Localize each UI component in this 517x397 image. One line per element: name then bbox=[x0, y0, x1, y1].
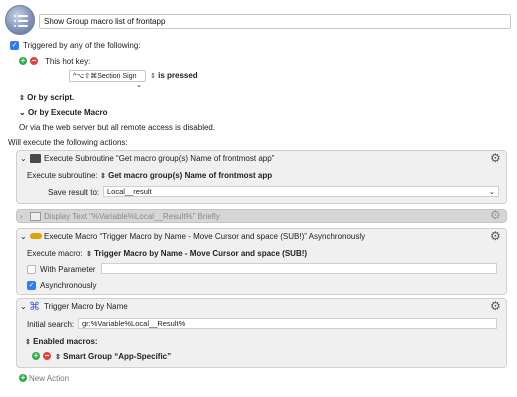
initial-search-label: Initial search: bbox=[27, 320, 75, 329]
updown-icon: ⇕ bbox=[100, 173, 106, 180]
chevron-down-icon[interactable]: ⌄ bbox=[20, 154, 27, 163]
chevron-down-icon[interactable]: ⌄ bbox=[20, 302, 27, 311]
subroutine-label: Execute subroutine: bbox=[27, 171, 98, 180]
smart-group-popup[interactable]: ⇕ Smart Group “App-Specific” bbox=[55, 352, 171, 361]
hotkey-label: This hot key: bbox=[45, 57, 91, 66]
action-title: Display Text “%Variable%Local__Result%” … bbox=[44, 212, 220, 221]
save-result-field[interactable]: Local__result ⌄ bbox=[103, 186, 499, 197]
actions-header: Will execute the following actions: bbox=[8, 138, 128, 147]
execute-macro-popup[interactable]: ⇕ Trigger Macro by Name - Move Cursor an… bbox=[86, 249, 307, 258]
action-display-text[interactable]: › Display Text “%Variable%Local__Result%… bbox=[16, 208, 507, 223]
add-group-button[interactable]: + bbox=[32, 352, 40, 360]
command-key-icon: ⌘ bbox=[29, 301, 40, 313]
subroutine-popup[interactable]: ⇕ Get macro group(s) Name of frontmost a… bbox=[100, 171, 272, 180]
enabled-macros-label: Enabled macros: bbox=[33, 337, 98, 346]
hotkey-popup[interactable]: ^⌥⇧⌘Section Sign ⌄ bbox=[69, 70, 146, 89]
display-text-icon bbox=[30, 212, 41, 221]
macro-name-field[interactable]: Show Group macro list of frontapp bbox=[39, 14, 511, 29]
subroutine-value: Get macro group(s) Name of frontmost app bbox=[108, 171, 273, 180]
action-title: Trigger Macro by Name bbox=[44, 302, 128, 311]
execute-macro-icon bbox=[30, 233, 42, 239]
remove-trigger-button[interactable]: − bbox=[30, 57, 38, 65]
or-by-script-popup[interactable]: ⇕ Or by script. bbox=[19, 93, 74, 102]
gear-icon[interactable]: ⚙ bbox=[490, 299, 501, 313]
save-result-label: Save result to: bbox=[48, 188, 100, 197]
gear-icon[interactable]: ⚙ bbox=[490, 151, 501, 165]
updown-icon: ⇕ bbox=[55, 354, 61, 361]
save-result-value: Local__result bbox=[107, 187, 152, 196]
gear-icon[interactable]: ⚙ bbox=[490, 229, 501, 243]
action-title: Execute Subroutine “Get macro group(s) N… bbox=[44, 154, 275, 163]
initial-search-value: gr:%Variable%Local__Result% bbox=[82, 319, 186, 328]
updown-icon: ⇕ bbox=[25, 339, 31, 346]
add-trigger-button[interactable]: + bbox=[19, 57, 27, 65]
remove-group-button[interactable]: − bbox=[43, 352, 51, 360]
action-execute-subroutine[interactable]: ⌄ Execute Subroutine “Get macro group(s)… bbox=[16, 150, 507, 204]
chevron-down-icon[interactable]: ⌄ bbox=[20, 232, 27, 241]
parameter-field[interactable] bbox=[101, 263, 497, 274]
with-parameter-checkbox[interactable] bbox=[27, 265, 36, 274]
asynchronously-label: Asynchronously bbox=[40, 281, 97, 290]
initial-search-field[interactable]: gr:%Variable%Local__Result% bbox=[78, 318, 497, 329]
updown-icon: ⇕ bbox=[19, 95, 25, 102]
web-server-note: Or via the web server but all remote acc… bbox=[19, 123, 216, 132]
triggered-label: Triggered by any of the following: bbox=[23, 41, 141, 50]
chevron-down-icon: ⌄ bbox=[136, 82, 142, 89]
execute-macro-label: Execute macro: bbox=[27, 249, 83, 258]
chevron-right-icon[interactable]: › bbox=[20, 212, 23, 221]
new-action-plus-icon[interactable]: + bbox=[19, 374, 27, 382]
chevron-down-icon: ⌄ bbox=[19, 108, 26, 117]
execute-macro-value: Trigger Macro by Name - Move Cursor and … bbox=[94, 249, 308, 258]
hotkey-state-label: is pressed bbox=[158, 71, 198, 80]
asynchronously-checkbox[interactable]: ✓ bbox=[27, 281, 36, 290]
with-parameter-label: With Parameter bbox=[40, 265, 96, 274]
action-trigger-macro-by-name[interactable]: ⌄ ⌘ Trigger Macro by Name ⚙ Initial sear… bbox=[16, 298, 507, 368]
smart-group-value: Smart Group “App-Specific” bbox=[63, 352, 172, 361]
gear-icon[interactable]: ⚙ bbox=[490, 208, 501, 222]
or-by-script-label: Or by script. bbox=[27, 93, 75, 102]
new-action-button[interactable]: New Action bbox=[29, 374, 69, 383]
hotkey-state-popup[interactable]: ⇕ is pressed bbox=[150, 71, 198, 80]
subroutine-icon bbox=[30, 154, 41, 163]
hotkey-value: ^⌥⇧⌘Section Sign bbox=[73, 73, 137, 80]
action-title: Execute Macro “Trigger Macro by Name - M… bbox=[44, 232, 366, 241]
action-execute-macro[interactable]: ⌄ Execute Macro “Trigger Macro by Name -… bbox=[16, 228, 507, 295]
updown-icon: ⇕ bbox=[150, 73, 156, 80]
updown-icon: ⇕ bbox=[86, 251, 92, 258]
macro-list-icon bbox=[5, 5, 35, 35]
or-by-execute-macro-label: Or by Execute Macro bbox=[27, 108, 108, 117]
enabled-macros-popup[interactable]: ⇕ Enabled macros: bbox=[25, 337, 98, 346]
or-by-execute-macro-popup[interactable]: ⌄ Or by Execute Macro bbox=[19, 108, 108, 117]
chevron-down-icon: ⌄ bbox=[488, 187, 495, 196]
triggered-checkbox[interactable]: ✓ bbox=[10, 41, 19, 50]
